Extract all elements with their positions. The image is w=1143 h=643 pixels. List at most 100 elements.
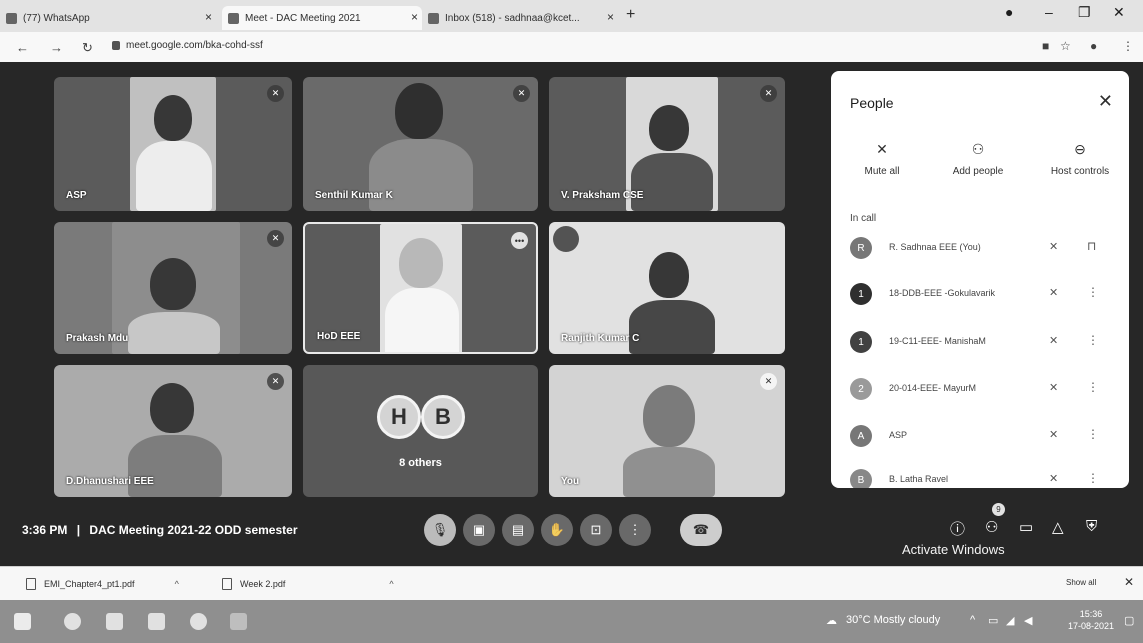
participant-row[interactable]: B B. Latha Ravel ✕ ⋮ [831, 465, 1129, 488]
pdf-icon [26, 578, 36, 590]
raise-hand-button[interactable]: ✋ [541, 514, 573, 546]
close-tab-icon[interactable]: × [607, 10, 614, 24]
pin-icon[interactable]: ⊓ [1087, 239, 1096, 253]
separator: | [76, 523, 81, 537]
camera-toggle-button[interactable]: ▣ [463, 514, 495, 546]
close-tab-icon[interactable]: × [205, 10, 212, 24]
captions-button[interactable]: ▤ [502, 514, 534, 546]
people-icon[interactable]: ⚇ [985, 518, 998, 536]
participant-row[interactable]: 1 18-DDB-EEE -Gokulavarik ✕ ⋮ [831, 279, 1129, 309]
show-all-link[interactable]: Show all [1066, 578, 1096, 587]
host-controls-button[interactable]: ⊖ Host controls [1035, 141, 1125, 177]
volume-icon[interactable]: ◀ [1024, 614, 1032, 627]
mic-off-icon: ✕ [267, 230, 284, 247]
more-options-icon[interactable]: ⋮ [1087, 333, 1099, 347]
speaking-indicator-icon: ••• [511, 232, 528, 249]
tile-name: Ranjith Kumar C [561, 333, 640, 344]
more-options-icon[interactable]: ⋮ [1087, 471, 1099, 485]
participant-head [150, 383, 194, 433]
tile-name: ASP [66, 190, 87, 201]
camera-icon[interactable]: ■ [1042, 39, 1049, 53]
mic-off-icon: ✕ [1049, 241, 1059, 253]
participant-name: R. Sadhnaa EEE (You) [889, 242, 981, 252]
account-avatar-icon[interactable]: ● [1090, 39, 1097, 53]
download-item[interactable]: EMI_Chapter4_pt1.pdf ^ [26, 578, 179, 590]
mic-off-icon: ✕ [1049, 473, 1059, 485]
more-options-icon[interactable]: ⋮ [1087, 285, 1099, 299]
participant-row[interactable]: 1 19-C11-EEE- ManishaM ✕ ⋮ [831, 327, 1129, 357]
close-tab-icon[interactable]: × [411, 10, 418, 24]
edge-icon[interactable] [64, 613, 81, 630]
network-icon[interactable]: ▭ [988, 614, 998, 627]
file-explorer-icon[interactable] [106, 613, 123, 630]
menu-icon[interactable]: ⋮ [1122, 39, 1134, 53]
maximize-icon[interactable]: ❐ [1078, 4, 1091, 21]
participant-row[interactable]: A ASP ✕ ⋮ [831, 421, 1129, 451]
chevron-up-icon[interactable]: ^ [389, 579, 393, 589]
url-field[interactable]: meet.google.com/bka-cohd-ssf [112, 40, 263, 51]
self-video-tile[interactable]: ✕ You [549, 365, 785, 497]
others-tile[interactable]: H B 8 others [303, 365, 538, 497]
tab-gmail[interactable]: Inbox (518) - sadhnaa@kcet... × [428, 6, 618, 30]
profile-icon[interactable]: ● [1005, 4, 1013, 20]
meet-stage: ✕ ASP ✕ Senthil Kumar K ✕ V. Praksham CS… [0, 62, 1143, 566]
leave-call-button[interactable]: ☎ [680, 514, 722, 546]
taskbar: ☁ 30°C Mostly cloudy ^ ▭ ◢ ◀ 15:36 17-08… [0, 600, 1143, 643]
video-tile[interactable]: ✕ ASP [54, 77, 292, 211]
activities-icon[interactable]: △ [1052, 518, 1064, 536]
clock-time: 15:36 [1079, 609, 1103, 619]
wifi-icon[interactable]: ◢ [1006, 614, 1014, 627]
video-tile[interactable]: ✕ V. Praksham CSE [549, 77, 785, 211]
mute-all-button[interactable]: ✕ Mute all [837, 141, 927, 177]
minimize-icon[interactable]: – [1045, 4, 1053, 20]
new-tab-icon[interactable]: + [626, 6, 635, 24]
more-options-button[interactable]: ⋮ [619, 514, 651, 546]
close-icon[interactable]: ✕ [1124, 575, 1134, 589]
avatar: 1 [850, 283, 872, 305]
forward-icon[interactable]: → [50, 40, 63, 55]
close-icon[interactable]: ✕ [1098, 91, 1113, 112]
chrome-icon[interactable] [190, 613, 207, 630]
tab-meet[interactable]: Meet - DAC Meeting 2021 × [222, 6, 422, 30]
video-tile[interactable]: ✕ D.Dhanushari EEE [54, 365, 292, 497]
present-button[interactable]: ⊡ [580, 514, 612, 546]
participant-name: 20-014-EEE- MayurM [889, 383, 977, 393]
start-icon[interactable] [14, 613, 31, 630]
others-count: 8 others [399, 457, 442, 469]
notification-icon[interactable]: ▢ [1124, 614, 1134, 627]
download-filename: Week 2.pdf [240, 579, 286, 589]
participant-head [643, 385, 695, 447]
add-people-button[interactable]: ⚇ Add people [933, 141, 1023, 177]
meeting-details-icon[interactable]: ⓘ [950, 518, 965, 539]
video-tile[interactable]: Ranjith Kumar C [549, 222, 785, 354]
close-window-icon[interactable]: ✕ [1113, 4, 1125, 21]
meeting-time: 3:36 PM [22, 523, 68, 537]
chat-icon[interactable]: ▭ [1019, 518, 1033, 536]
back-icon[interactable]: ← [16, 40, 29, 55]
tab-whatsapp[interactable]: (77) WhatsApp × [6, 6, 216, 30]
tray-chevron-up-icon[interactable]: ^ [970, 614, 975, 626]
more-options-icon[interactable]: ⋮ [1087, 380, 1099, 394]
video-tile-active-speaker[interactable]: ••• HoD EEE [303, 222, 538, 354]
browser-tab-strip: (77) WhatsApp × Meet - DAC Meeting 2021 … [0, 0, 1143, 32]
download-item[interactable]: Week 2.pdf ^ [222, 578, 394, 590]
mic-toggle-button[interactable]: 🎙 [424, 514, 456, 546]
participant-body [136, 141, 212, 211]
more-options-icon[interactable]: ⋮ [1087, 427, 1099, 441]
weather-text[interactable]: 30°C Mostly cloudy [846, 614, 940, 626]
participant-head [399, 238, 443, 288]
chevron-up-icon[interactable]: ^ [175, 579, 179, 589]
others-avatar: B [421, 395, 465, 439]
participant-row[interactable]: R R. Sadhnaa EEE (You) ✕ ⊓ [831, 233, 1129, 263]
system-clock[interactable]: 15:36 17-08-2021 [1068, 608, 1114, 632]
bookmark-star-icon[interactable]: ☆ [1060, 39, 1071, 53]
app-icon[interactable] [230, 613, 247, 630]
tab-title: Inbox (518) - sadhnaa@kcet... [445, 12, 580, 24]
store-icon[interactable] [148, 613, 165, 630]
video-tile[interactable]: ✕ Prakash Mdu [54, 222, 292, 354]
reload-icon[interactable]: ↻ [82, 40, 93, 56]
video-tile[interactable]: ✕ Senthil Kumar K [303, 77, 538, 211]
tile-name: Senthil Kumar K [315, 190, 393, 201]
participant-row[interactable]: 2 20-014-EEE- MayurM ✕ ⋮ [831, 374, 1129, 404]
host-controls-icon[interactable]: ⛨ [1086, 518, 1097, 535]
